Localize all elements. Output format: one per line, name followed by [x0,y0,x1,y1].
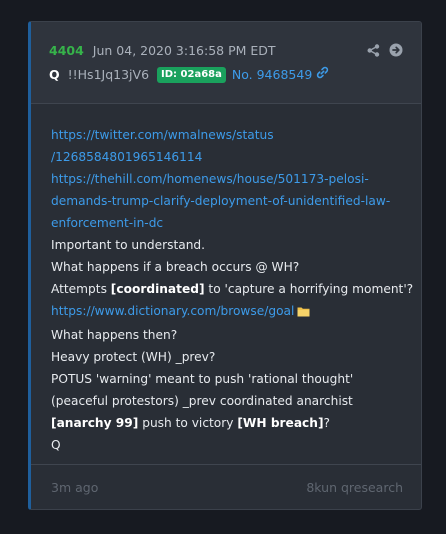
bold-text: [coordinated] [110,282,205,296]
body-text-line: (peaceful protestors) _prev coordinated … [51,394,353,408]
twitter-link-cont[interactable]: /1268584801965146114 [51,150,202,164]
twitter-link[interactable]: https://twitter.com/wmalnews/status [51,128,274,142]
text-span: to 'capture a horrifying moment'? [204,282,414,296]
body-text-line: Important to understand. [51,238,206,252]
post-number[interactable]: 4404 [49,43,84,58]
arrow-right-circle-icon[interactable] [389,42,403,61]
bold-text: [anarchy 99] [51,416,139,430]
thehill-link-cont[interactable]: demands-trump-clarify-deployment-of-unid… [51,194,390,208]
body-text-line: POTUS 'warning' meant to push 'rational … [51,372,354,386]
post-date: Jun 04, 2020 3:16:58 PM EDT [92,43,276,58]
thehill-link[interactable]: https://thehill.com/homenews/house/50117… [51,172,369,186]
dictionary-link[interactable]: https://www.dictionary.com/browse/goal [51,304,294,318]
body-text-line: What happens if a breach occurs @ WH? [51,260,300,274]
post-header: 4404 Jun 04, 2020 3:16:58 PM EDT Q !!Hs1… [31,22,421,104]
post-author-row: Q !!Hs1Jq13jV6 ID: 02a68a No. 9468549 [49,66,329,83]
text-span: ? [323,416,330,430]
post-card: 4404 Jun 04, 2020 3:16:58 PM EDT Q !!Hs1… [28,21,422,510]
post-meta-row: 4404 Jun 04, 2020 3:16:58 PM EDT [49,43,276,59]
post-footer: 3m ago 8kun qresearch [31,464,421,509]
author-name: Q [49,66,60,82]
text-span: Attempts [51,282,111,296]
post-no-link[interactable]: No. 9468549 [232,67,312,83]
link-icon[interactable] [316,66,329,83]
share-icon[interactable] [367,42,380,61]
body-text-line: Attempts [coordinated] to 'capture a hor… [51,278,414,300]
body-text-line: [anarchy 99] push to victory [WH breach]… [51,412,411,434]
post-source[interactable]: 8kun qresearch [306,480,403,495]
text-span: push to victory [138,416,238,430]
id-badge[interactable]: ID: 02a68a [157,66,226,83]
tripcode: !!Hs1Jq13jV6 [67,66,150,82]
post-body: https://twitter.com/wmalnews/status /126… [51,124,414,456]
body-text-line: Heavy protect (WH) _prev? [51,350,216,364]
post-actions [367,42,403,61]
thehill-link-end[interactable]: enforcement-in-dc [51,216,163,230]
bold-text: [WH breach] [237,416,324,430]
post-age: 3m ago [51,480,99,495]
body-text-line: What happens then? [51,328,178,342]
signature: Q [51,438,61,452]
folder-icon [297,302,310,324]
